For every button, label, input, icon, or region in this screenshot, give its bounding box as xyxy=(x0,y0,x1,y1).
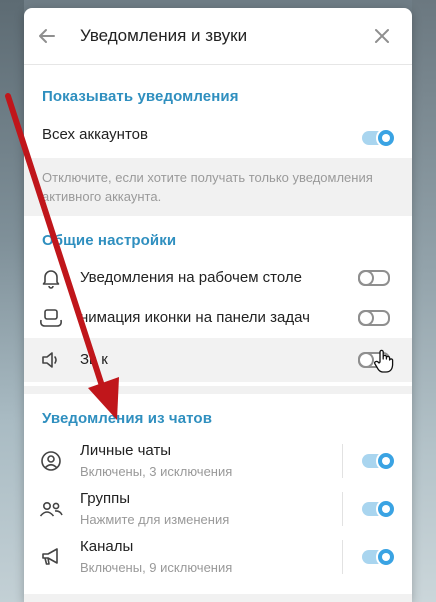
background-left xyxy=(0,0,24,602)
vertical-separator xyxy=(342,540,343,574)
groups-label: Группы xyxy=(80,490,130,507)
groups-row[interactable]: Группы Нажмите для изменения xyxy=(24,484,412,532)
section-heading-show: Показывать уведомления xyxy=(42,88,239,105)
sound-row[interactable]: Зв к xyxy=(24,338,412,382)
section-divider xyxy=(24,386,412,394)
arrow-left-icon xyxy=(39,29,55,43)
info-note-text: Отключите, если хотите получать только у… xyxy=(42,170,373,204)
close-button[interactable] xyxy=(370,24,394,48)
bell-icon xyxy=(42,270,60,289)
background-right xyxy=(412,0,436,602)
panel-header: Уведомления и звуки xyxy=(24,8,412,65)
all-accounts-label: Всех аккаунтов xyxy=(42,126,148,143)
desktop-notifications-row[interactable]: Уведомления на рабочем столе xyxy=(24,258,412,298)
hand-cursor-icon xyxy=(374,349,394,373)
channels-label: Каналы xyxy=(80,538,134,555)
section-divider xyxy=(24,594,412,602)
groups-toggle[interactable] xyxy=(362,499,396,519)
all-accounts-row[interactable]: Всех аккаунтов xyxy=(24,114,412,158)
speaker-icon xyxy=(42,352,57,368)
megaphone-icon xyxy=(42,548,58,565)
private-chats-label: Личные чаты xyxy=(80,442,172,459)
taskbar-animation-row[interactable]: нимация иконки на панели задач xyxy=(24,298,412,338)
settings-panel: Уведомления и звуки Показывать уведомлен… xyxy=(24,8,412,602)
desktop-notifications-toggle[interactable] xyxy=(358,270,390,286)
private-chats-status: Включены, 3 исключения xyxy=(80,464,233,479)
all-accounts-toggle[interactable] xyxy=(362,128,396,148)
back-button[interactable] xyxy=(34,22,62,50)
vertical-separator xyxy=(342,492,343,526)
channels-row[interactable]: Каналы Включены, 9 исключения xyxy=(24,532,412,580)
taskbar-animation-label: нимация иконки на панели задач xyxy=(80,309,310,326)
channels-toggle[interactable] xyxy=(362,547,396,567)
groups-status: Нажмите для изменения xyxy=(80,512,230,527)
sound-label: Зв к xyxy=(80,351,108,368)
page-title: Уведомления и звуки xyxy=(80,26,248,45)
desktop-notifications-label: Уведомления на рабочем столе xyxy=(80,269,302,286)
close-icon xyxy=(375,29,389,43)
taskbar-animation-toggle[interactable] xyxy=(358,310,390,326)
person-icon xyxy=(41,451,61,471)
group-icon xyxy=(39,502,63,517)
private-chats-toggle[interactable] xyxy=(362,451,396,471)
section-heading-chats: Уведомления из чатов xyxy=(42,410,213,427)
section-heading-general: Общие настройки xyxy=(42,232,177,249)
private-chats-row[interactable]: Личные чаты Включены, 3 исключения xyxy=(24,436,412,484)
info-note: Отключите, если хотите получать только у… xyxy=(24,158,412,216)
vertical-separator xyxy=(342,444,343,478)
channels-status: Включены, 9 исключения xyxy=(80,560,233,575)
taskbar-icon xyxy=(40,309,62,327)
